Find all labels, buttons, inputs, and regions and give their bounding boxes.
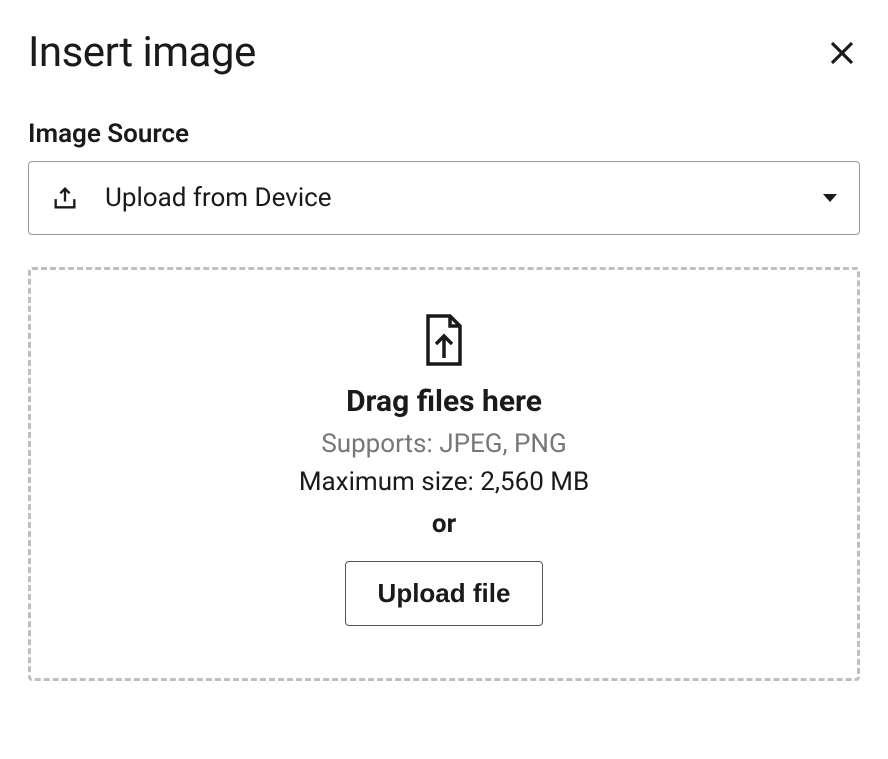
close-icon bbox=[827, 38, 857, 68]
image-source-label: Image Source bbox=[28, 119, 860, 149]
close-button[interactable] bbox=[824, 35, 860, 71]
image-source-value: Upload from Device bbox=[105, 183, 823, 213]
supports-text: Supports: JPEG, PNG bbox=[321, 429, 566, 459]
upload-file-button[interactable]: Upload file bbox=[345, 561, 544, 626]
upload-icon bbox=[51, 184, 79, 212]
image-source-select[interactable]: Upload from Device bbox=[28, 161, 860, 235]
maxsize-text: Maximum size: 2,560 MB bbox=[299, 467, 589, 497]
drag-files-text: Drag files here bbox=[346, 384, 542, 419]
or-text: or bbox=[432, 509, 456, 539]
dialog-title: Insert image bbox=[28, 28, 256, 77]
file-dropzone[interactable]: Drag files here Supports: JPEG, PNG Maxi… bbox=[28, 267, 860, 681]
dialog-header: Insert image bbox=[28, 28, 860, 77]
chevron-down-icon bbox=[823, 194, 837, 202]
file-upload-icon bbox=[422, 314, 466, 366]
